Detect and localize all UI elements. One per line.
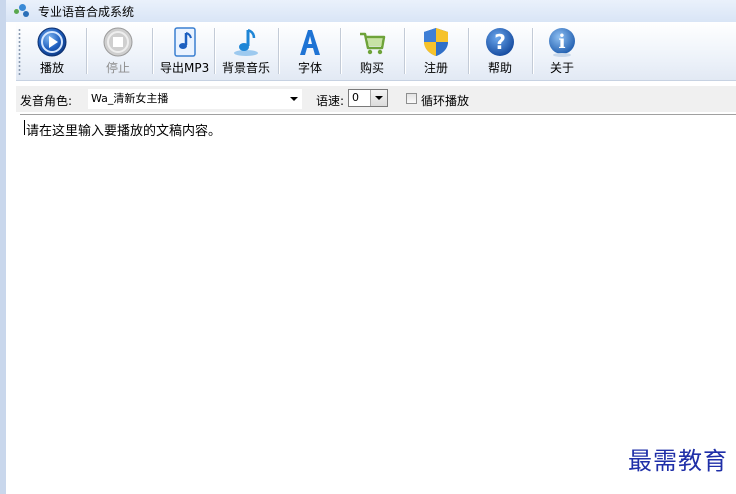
background-music-label: 背景音乐 [222, 61, 271, 75]
title-bar: 专业语音合成系统 [6, 0, 736, 22]
play-button[interactable]: 播放 [36, 24, 68, 76]
speed-select[interactable]: 0 [348, 89, 388, 107]
chevron-down-icon [290, 97, 298, 101]
shield-icon [424, 28, 448, 56]
toolbar-separator [86, 28, 88, 74]
export-mp3-button[interactable]: 导出MP3 [160, 24, 209, 76]
font-icon [300, 30, 320, 55]
text-editor[interactable]: 请在这里输入要播放的文稿内容。 [20, 114, 736, 494]
play-label: 播放 [39, 61, 64, 75]
info-icon: i [549, 28, 575, 57]
stop-button[interactable]: 停止 [102, 24, 134, 76]
stop-icon [103, 27, 133, 57]
export-mp3-label: 导出MP3 [160, 61, 210, 75]
speed-select-value: 0 [352, 91, 359, 104]
text-caret [24, 120, 25, 135]
stop-label: 停止 [105, 61, 130, 75]
buy-button[interactable]: 购买 [356, 24, 388, 76]
toolbar-grip[interactable] [18, 28, 21, 76]
toolbar-separator [278, 28, 280, 74]
help-button[interactable]: ? 帮助 [484, 24, 516, 76]
speed-label: 语速: [316, 94, 345, 108]
voice-select-value: Wa_清新女主播 [91, 92, 169, 105]
font-label: 字体 [297, 61, 322, 75]
toolbar-separator [468, 28, 470, 74]
register-label: 注册 [423, 61, 448, 75]
about-label: 关于 [549, 61, 574, 75]
loop-label[interactable]: 循环播放 [421, 92, 469, 109]
toolbar: 播放 停止 导出MP3 背景音乐 字体 购买 注册 ? 帮助 i 关于 [16, 22, 736, 81]
music-note-icon [173, 27, 196, 57]
help-icon: ? [486, 28, 514, 56]
voice-select[interactable]: Wa_清新女主播 [88, 89, 302, 109]
window-title: 专业语音合成系统 [38, 4, 135, 19]
shopping-cart-icon [360, 32, 386, 55]
toolbar-separator [340, 28, 342, 74]
svg-text:i: i [558, 31, 565, 53]
watermark: 最需教育 [628, 447, 728, 475]
toolbar-separator [152, 28, 154, 74]
play-icon [37, 27, 67, 57]
editor-text[interactable]: 请在这里输入要播放的文稿内容。 [26, 120, 221, 139]
about-button[interactable]: i 关于 [546, 24, 578, 76]
voice-label: 发音角色: [20, 94, 73, 108]
background-music-icon [234, 28, 258, 56]
chevron-down-icon [375, 96, 383, 100]
buy-label: 购买 [359, 61, 384, 75]
loop-checkbox[interactable] [406, 93, 417, 104]
font-button[interactable]: 字体 [294, 24, 326, 76]
register-button[interactable]: 注册 [420, 24, 452, 76]
toolbar-separator [214, 28, 216, 74]
background-music-button[interactable]: 背景音乐 [222, 24, 270, 76]
app-window: 专业语音合成系统 播放 停止 导出MP3 背景音乐 字体 购买 注册 ? 帮助 … [0, 0, 736, 494]
toolbar-separator [404, 28, 406, 74]
help-label: 帮助 [487, 61, 512, 75]
speed-dropdown-button[interactable] [370, 90, 387, 106]
options-bar: 发音角色: Wa_清新女主播 语速: 0 循环播放 [16, 86, 736, 112]
app-logo-icon [14, 3, 32, 19]
toolbar-separator [532, 28, 534, 74]
svg-text:?: ? [494, 30, 506, 54]
